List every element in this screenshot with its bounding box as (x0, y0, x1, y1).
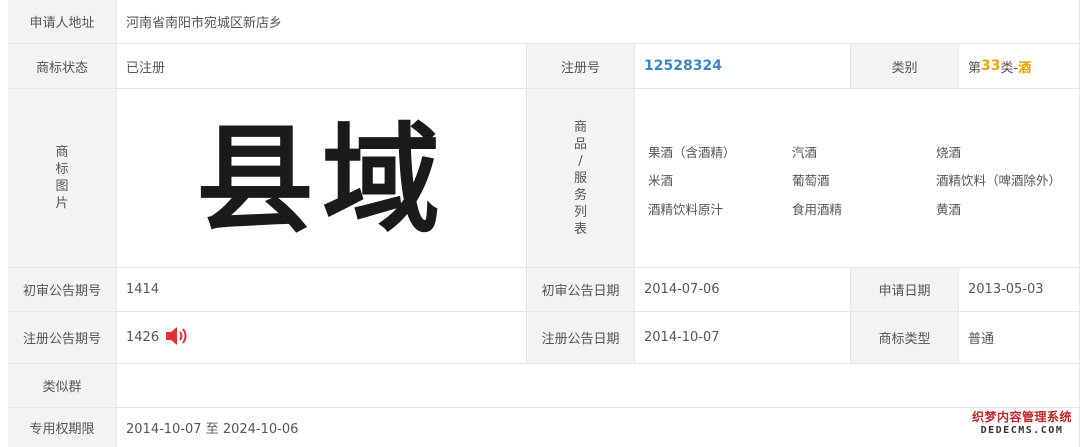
prelim-no-value: 1414 (117, 268, 527, 312)
similar-group-label: 类似群 (8, 364, 117, 408)
reg-notice-date-label: 注册公告日期 (527, 312, 635, 364)
category-name: 酒 (1018, 60, 1032, 76)
goods-item: 果酒（含酒精） (648, 145, 736, 160)
prelim-date-label: 初审公告日期 (527, 268, 635, 312)
mark-text: 县域 (195, 110, 447, 249)
goods-item: 酒精饮料原汁 (648, 202, 724, 217)
apply-date-label: 申请日期 (851, 268, 959, 312)
prelim-no-label: 初审公告期号 (8, 268, 117, 312)
goods-list-label: 商 品 / 服 务 列 表 (527, 89, 635, 268)
apply-date-value: 2013-05-03 (959, 268, 1080, 312)
mark-type-label: 商标类型 (851, 312, 959, 364)
similar-group-value (117, 364, 1080, 408)
goods-item: 汽酒 (792, 145, 818, 160)
address-value: 河南省南阳市宛城区新店乡 (117, 0, 1080, 44)
category-number: 33 (981, 58, 1001, 74)
address-label: 申请人地址 (8, 0, 117, 44)
prelim-date-value: 2014-07-06 (635, 268, 851, 312)
mark-image: 县域 (117, 89, 527, 268)
reg-notice-no-value: 1426 (126, 330, 160, 345)
status-label: 商标状态 (8, 44, 117, 89)
goods-item: 米酒 (648, 173, 674, 188)
goods-item: 食用酒精 (792, 202, 843, 217)
category-label: 类别 (851, 44, 959, 89)
category-prefix: 第 (968, 60, 982, 76)
exclusive-period-label: 专用权期限 (8, 408, 117, 447)
goods-item: 烧酒 (936, 145, 962, 160)
status-value: 已注册 (117, 44, 527, 89)
reg-no-cell: 12528324 (635, 44, 851, 89)
watermark-logo: 织梦内容管理系统 DEDECMS.COM (971, 410, 1072, 436)
exclusive-period-value: 2014-10-07 至 2024-10-06 (117, 408, 1080, 447)
goods-list: 果酒（含酒精） 汽酒 烧酒 米酒 葡萄酒 酒精饮料（啤酒除外） 酒精饮料原汁 食… (635, 89, 1080, 268)
goods-item: 酒精饮料（啤酒除外） (936, 173, 1062, 188)
reg-no-label: 注册号 (527, 44, 635, 89)
reg-no-value[interactable]: 12528324 (644, 58, 722, 74)
goods-item: 黄酒 (936, 202, 962, 217)
mark-type-value: 普通 (959, 312, 1080, 364)
goods-item: 葡萄酒 (792, 173, 830, 188)
mark-image-label: 商 标 图 片 (8, 89, 117, 268)
reg-notice-no-cell: 1426 (117, 312, 527, 364)
speaker-icon[interactable] (165, 326, 189, 350)
category-value: 第 33 类- 酒 (959, 44, 1080, 89)
mark-image-graphic: 县域 (195, 110, 447, 249)
reg-notice-date-value: 2014-10-07 (635, 312, 851, 364)
category-mid: 类- (1000, 60, 1019, 76)
trademark-info-table: 申请人地址 河南省南阳市宛城区新店乡 商标状态 已注册 注册号 12528324… (8, 0, 1080, 447)
reg-notice-no-label: 注册公告期号 (8, 312, 117, 364)
